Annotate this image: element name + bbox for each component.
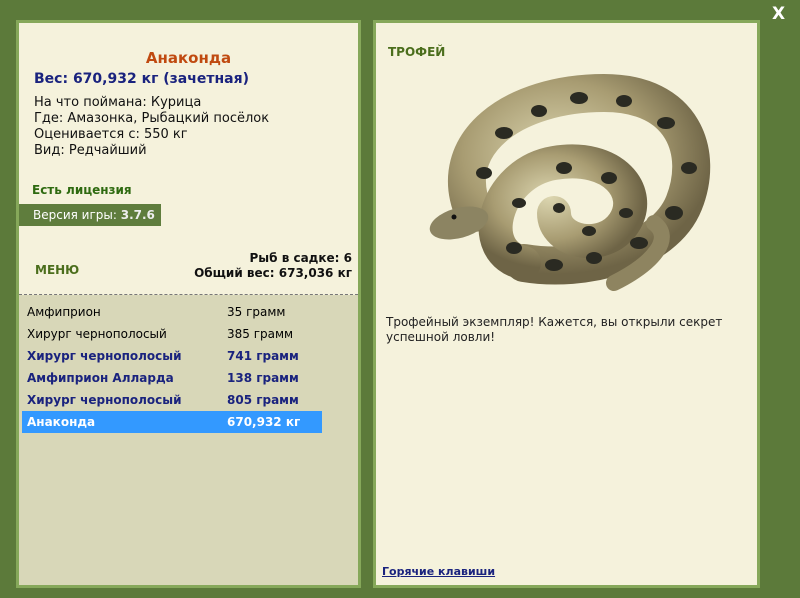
catch-name: Хирург чернополосый [27, 393, 182, 407]
catch-name: Хирург чернополосый [27, 327, 167, 341]
catch-list-row[interactable]: Хирург чернополосый 805 грамм [22, 389, 322, 411]
fish-kind: Вид: Редчайший [34, 143, 147, 158]
catch-list-row[interactable]: Хирург чернополосый 385 грамм [22, 323, 322, 345]
fish-info-panel: Анаконда Вес: 670,932 кг (зачетная) На ч… [16, 20, 361, 588]
fish-weight: Вес: 670,932 кг (зачетная) [34, 71, 249, 87]
catch-weight: 741 грамм [227, 349, 299, 363]
caught-on: На что поймана: Курица [34, 95, 202, 110]
close-icon[interactable]: X [772, 4, 785, 24]
catch-name: Амфиприон Алларда [27, 371, 174, 385]
catch-list-row[interactable]: Амфиприон Алларда 138 грамм [22, 367, 322, 389]
catch-list-row[interactable]: Амфиприон 35 грамм [22, 301, 322, 323]
version-badge: Версия игры: 3.7.6 [19, 204, 161, 226]
menu-button[interactable]: МЕНЮ [35, 263, 79, 277]
hotkeys-link[interactable]: Горячие клавиши [382, 565, 495, 578]
valued-from: Оценивается с: 550 кг [34, 127, 188, 142]
keepnet-stats: Рыб в садке: 6 Общий вес: 673,036 кг [194, 251, 352, 281]
trophy-description: Трофейный экземпляр! Кажется, вы открыли… [386, 315, 723, 344]
catch-name: Анаконда [27, 415, 96, 429]
keepnet-total-weight: Общий вес: 673,036 кг [194, 266, 352, 280]
catch-name: Амфиприон [27, 305, 101, 319]
catch-list-row-selected[interactable]: Анаконда 670,932 кг [22, 411, 322, 433]
catch-weight: 670,932 кг [227, 415, 301, 429]
catch-list: Амфиприон 35 грамм Хирург чернополосый 3… [19, 295, 358, 585]
catch-weight: 385 грамм [227, 327, 294, 341]
catch-weight: 138 грамм [227, 371, 299, 385]
keepnet-count: Рыб в садке: 6 [249, 251, 353, 265]
trophy-panel: ТРОФЕЙ Трофейный экземпляр! Кажется, вы … [373, 20, 760, 588]
catch-weight: 805 грамм [227, 393, 299, 407]
anaconda-image [429, 73, 711, 291]
version-label: Версия игры: [33, 208, 117, 222]
catch-weight: 35 грамм [227, 305, 286, 319]
catch-list-row[interactable]: Хирург чернополосый 741 грамм [22, 345, 322, 367]
catch-name: Хирург чернополосый [27, 349, 182, 363]
catch-location: Где: Амазонка, Рыбацкий посёлок [34, 111, 270, 126]
license-status: Есть лицензия [32, 183, 132, 197]
fish-name: Анаконда [145, 49, 232, 67]
version-value: 3.7.6 [120, 208, 155, 222]
